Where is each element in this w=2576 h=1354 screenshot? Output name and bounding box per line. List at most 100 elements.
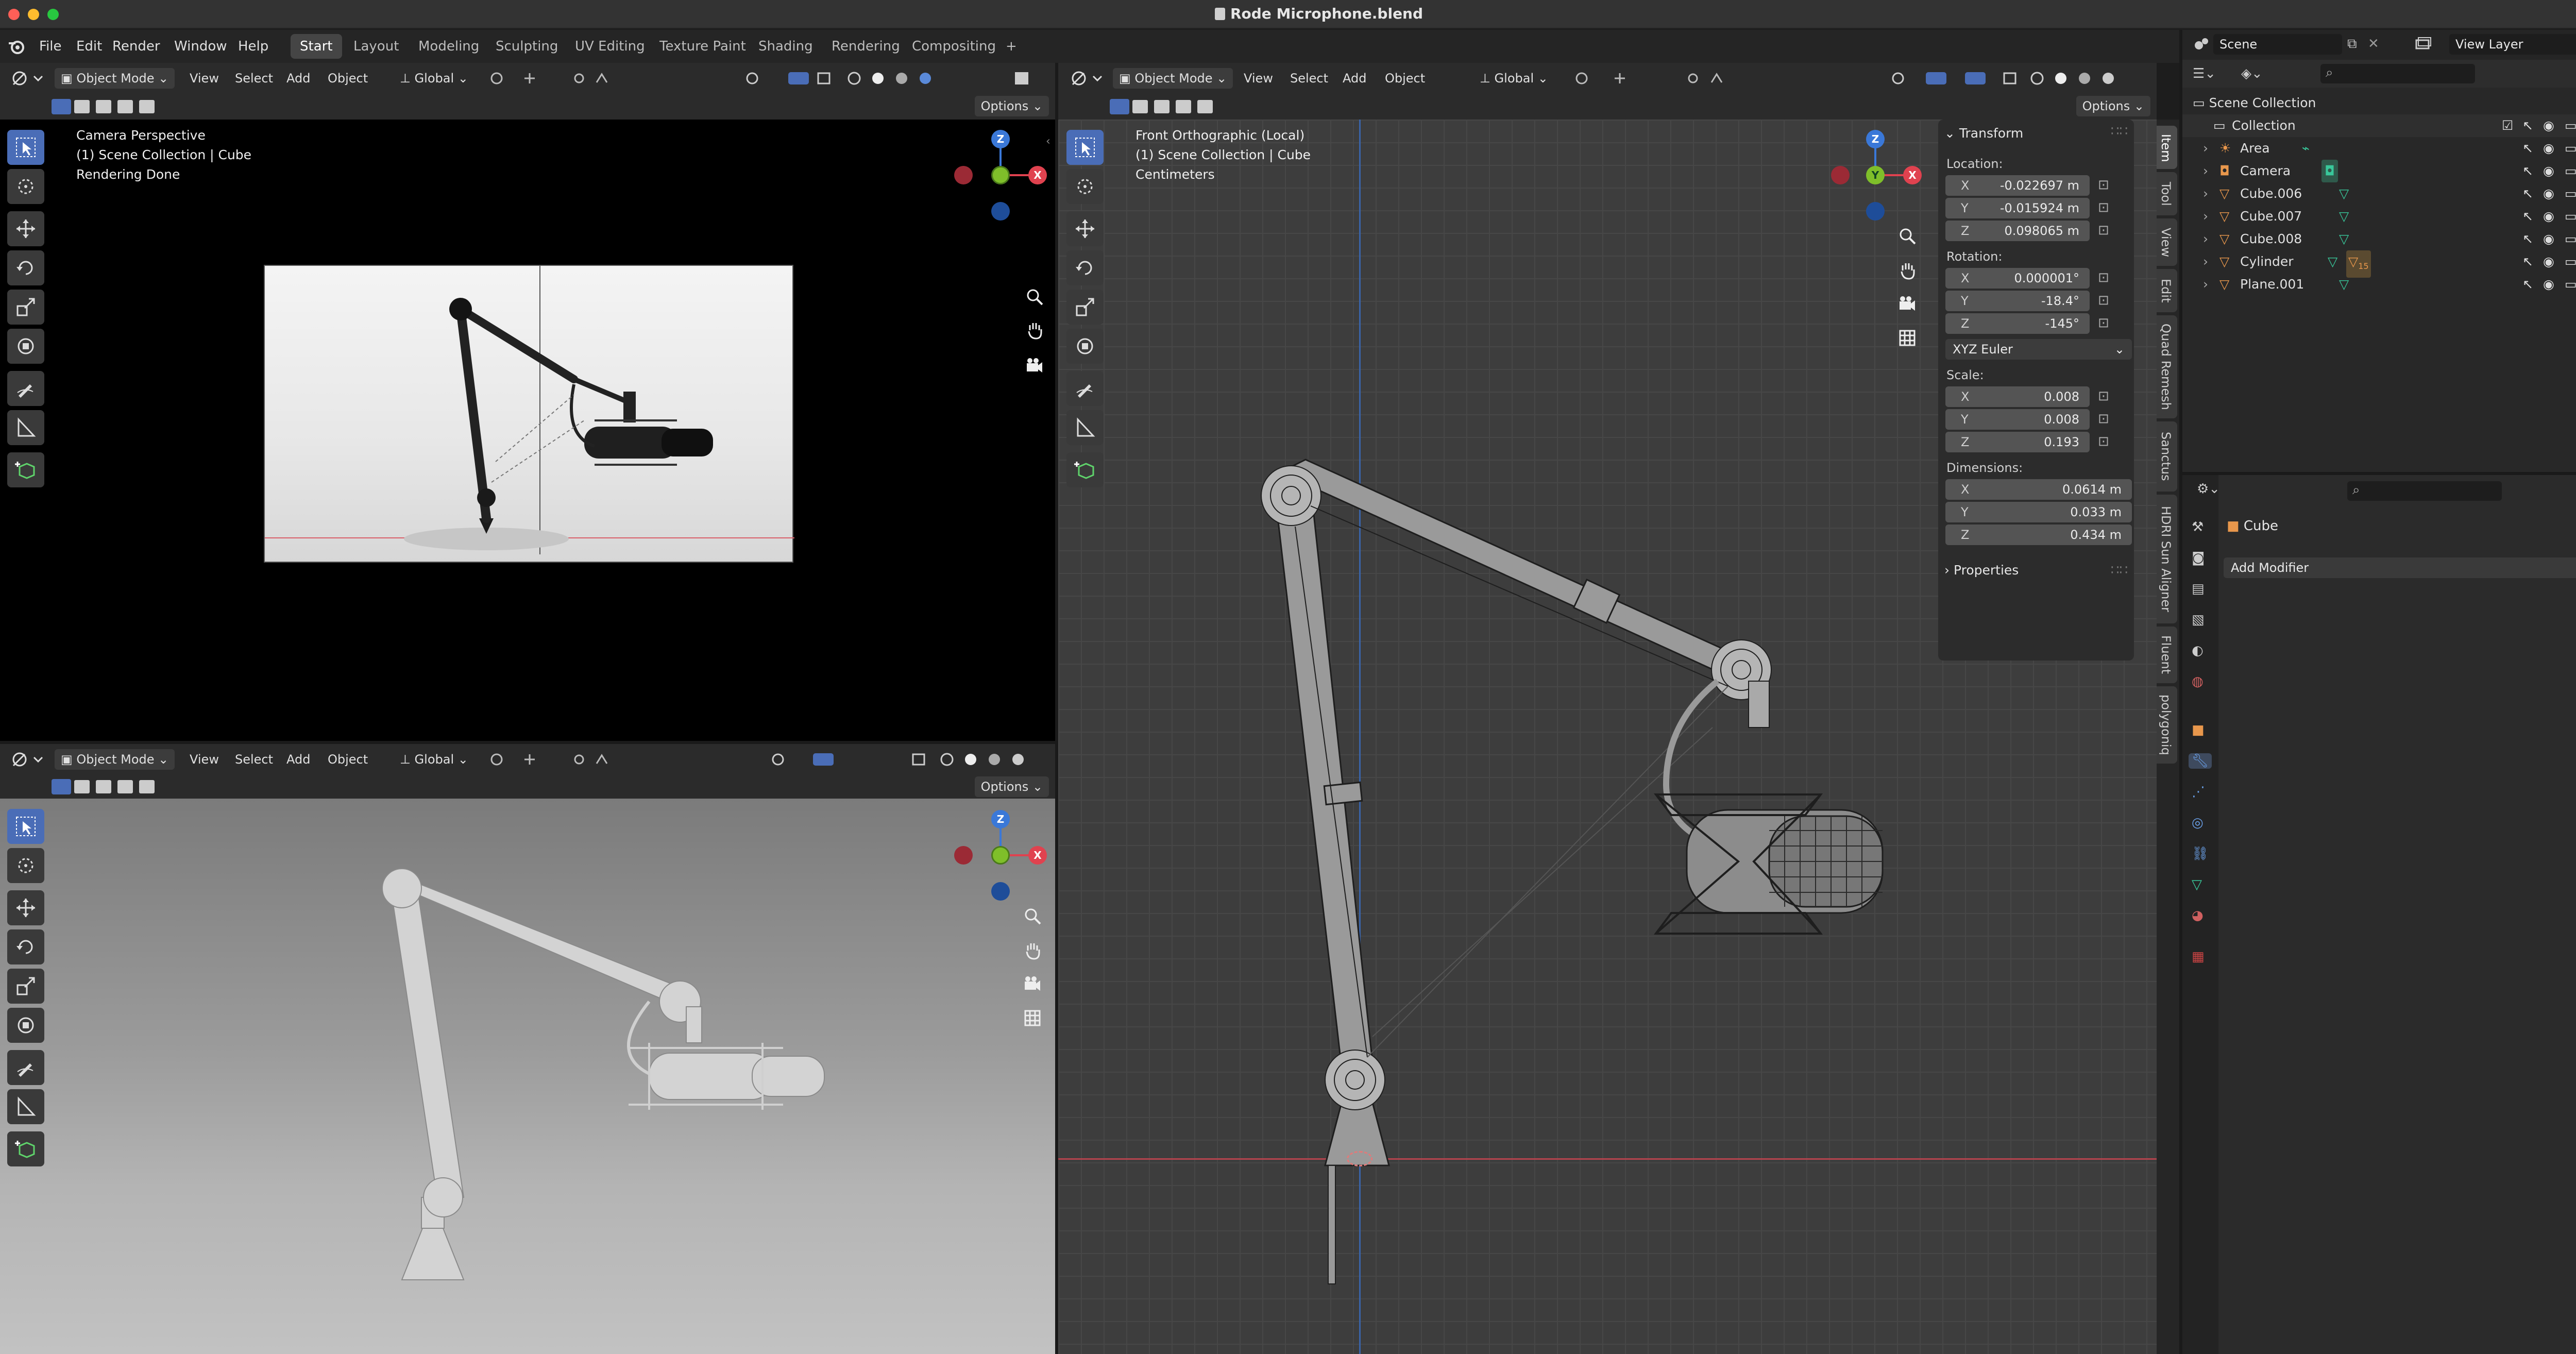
- select-arrow-icon[interactable]: ↖: [2522, 160, 2533, 182]
- render-tab-icon[interactable]: ◙: [2192, 550, 2205, 566]
- menu-add[interactable]: Add: [281, 68, 315, 89]
- new-scene-icon[interactable]: ⧉: [2347, 36, 2357, 52]
- transform-tool[interactable]: [7, 1008, 44, 1043]
- menu-add[interactable]: Add: [1337, 68, 1371, 89]
- view-layer-tab-icon[interactable]: ▧: [2192, 612, 2205, 628]
- annotate-tool[interactable]: [1066, 371, 1104, 406]
- menu-object[interactable]: Object: [323, 68, 373, 89]
- snapping-tools[interactable]: [1573, 69, 1738, 88]
- rotate-tool[interactable]: [1066, 250, 1104, 285]
- tab-view[interactable]: View: [2157, 218, 2177, 266]
- rotate-tool[interactable]: [7, 250, 44, 285]
- monitor-icon[interactable]: ▭: [2565, 273, 2576, 296]
- outliner-row-plane-001[interactable]: › ▽ Plane.001 ▽ ↖ ◉ ▭ ◙: [2182, 273, 2576, 296]
- tool-tab-icon[interactable]: ⚒: [2192, 519, 2204, 535]
- outliner-row-cube-007[interactable]: › ▽ Cube.007 ▽ ↖ ◉ ▭ ◙: [2182, 205, 2576, 228]
- snapping-tools[interactable]: [488, 69, 643, 88]
- constraints-tab-icon[interactable]: ⛓︎: [2192, 846, 2209, 861]
- outliner-editor-icon[interactable]: ☰⌄: [2193, 66, 2216, 81]
- tab-compositing[interactable]: Compositing: [903, 34, 1005, 59]
- menu-view[interactable]: View: [184, 749, 224, 770]
- tab-modeling[interactable]: Modeling: [409, 34, 488, 59]
- pan-button[interactable]: [1893, 256, 1922, 284]
- measure-tool[interactable]: [7, 410, 44, 445]
- menu-window[interactable]: Window: [168, 34, 233, 59]
- object-mode-dropdown[interactable]: ▣ Object Mode ⌄: [1113, 68, 1233, 89]
- lock-icon[interactable]: ⊡: [2098, 388, 2109, 404]
- tab-shading[interactable]: Shading: [749, 34, 822, 59]
- location-x-field[interactable]: X -0.022697 m: [1945, 175, 2090, 196]
- expand-arrow-icon[interactable]: ›: [2203, 273, 2208, 296]
- transform-tool[interactable]: [7, 329, 44, 364]
- scale-tool[interactable]: [7, 290, 44, 325]
- texture-tab-icon[interactable]: ▦: [2192, 949, 2205, 964]
- monitor-icon[interactable]: ▭: [2565, 137, 2576, 160]
- monitor-icon[interactable]: ▭: [2565, 114, 2576, 137]
- editor-type-icon[interactable]: [9, 749, 45, 770]
- gizmo-x-axis[interactable]: X: [1028, 166, 1047, 184]
- zoom-button[interactable]: [1020, 282, 1049, 311]
- options-dropdown[interactable]: Options ⌄: [2076, 96, 2150, 116]
- lock-icon[interactable]: ⊡: [2098, 177, 2109, 193]
- menu-edit[interactable]: Edit: [70, 34, 108, 59]
- selection-mode-icons[interactable]: [52, 98, 160, 115]
- location-z-field[interactable]: Z 0.098065 m: [1945, 221, 2090, 241]
- eye-icon[interactable]: ◉: [2543, 273, 2554, 296]
- material-tab-icon[interactable]: ◕: [2192, 908, 2204, 923]
- tab-start[interactable]: Start: [291, 34, 342, 59]
- camera-view-button[interactable]: [1893, 290, 1922, 318]
- options-dropdown[interactable]: Options ⌄: [974, 776, 1049, 797]
- gizmo-x-axis[interactable]: X: [1028, 846, 1047, 865]
- pan-button[interactable]: [1020, 315, 1049, 344]
- outliner-row-cube-006[interactable]: › ▽ Cube.006 ▽ ↖ ◉ ▭ ◙: [2182, 182, 2576, 205]
- sidebar-toggle-arrow-icon[interactable]: ‹: [1046, 135, 1050, 148]
- add-cube-tool[interactable]: [1066, 452, 1104, 487]
- transform-orientation-dropdown[interactable]: ⊥ Global ⌄: [395, 68, 473, 89]
- overlay-shading-controls[interactable]: [742, 69, 1030, 88]
- dimensions-y-field[interactable]: Y 0.033 m: [1945, 502, 2132, 522]
- delete-scene-icon[interactable]: ✕: [2368, 36, 2379, 52]
- data-tab-icon[interactable]: ▽: [2192, 877, 2202, 892]
- add-modifier-button[interactable]: Add Modifier⌄: [2224, 557, 2576, 578]
- lock-icon[interactable]: ⊡: [2098, 200, 2109, 215]
- view-layer-icon[interactable]: [2414, 35, 2432, 53]
- lock-icon[interactable]: ⊡: [2098, 315, 2109, 331]
- camera-view-button[interactable]: [1020, 351, 1049, 380]
- move-tool[interactable]: [7, 890, 44, 925]
- camera-viewport[interactable]: ▣ Object Mode ⌄ View Select Add Object ⊥…: [0, 63, 1055, 741]
- rotation-y-field[interactable]: Y -18.4°: [1945, 291, 2090, 311]
- camera-view-button[interactable]: [1018, 970, 1047, 998]
- gizmo-y-axis[interactable]: [991, 846, 1010, 865]
- lock-icon[interactable]: ⊡: [2098, 293, 2109, 308]
- scale-tool[interactable]: [1066, 290, 1104, 325]
- overlay-shading-controls[interactable]: [768, 750, 1046, 769]
- transform-orientation-dropdown[interactable]: ⊥ Global ⌄: [1475, 68, 1553, 89]
- expand-arrow-icon[interactable]: ›: [2203, 228, 2208, 250]
- select-arrow-icon[interactable]: ↖: [2522, 205, 2533, 228]
- pan-button[interactable]: [1018, 936, 1047, 964]
- tab-layout[interactable]: Layout: [344, 34, 408, 59]
- properties-search-input[interactable]: ⌕: [2347, 481, 2502, 501]
- eye-icon[interactable]: ◉: [2543, 205, 2554, 228]
- object-mode-dropdown[interactable]: ▣ Object Mode ⌄: [55, 68, 175, 89]
- measure-tool[interactable]: [1066, 410, 1104, 445]
- scale-x-field[interactable]: X 0.008: [1945, 386, 2090, 407]
- menu-select[interactable]: Select: [230, 68, 278, 89]
- gizmo-z-axis[interactable]: Z: [991, 810, 1010, 828]
- move-tool[interactable]: [1066, 211, 1104, 246]
- gizmo-x-axis[interactable]: X: [1903, 166, 1922, 184]
- select-arrow-icon[interactable]: ↖: [2522, 228, 2533, 250]
- tab-texture-paint[interactable]: Texture Paint: [650, 34, 755, 59]
- eye-icon[interactable]: ◉: [2543, 228, 2554, 250]
- menu-object[interactable]: Object: [323, 749, 373, 770]
- select-box-tool[interactable]: [7, 809, 44, 844]
- view-layer-name-field[interactable]: View Layer: [2449, 34, 2576, 55]
- zoom-button[interactable]: [1018, 902, 1047, 930]
- outliner-row-camera[interactable]: › ◘ Camera ◘ ↖ ◉ ▭ ◙: [2182, 160, 2576, 182]
- monitor-icon[interactable]: ▭: [2565, 205, 2576, 228]
- navigation-gizmo[interactable]: Z X: [948, 808, 1051, 906]
- snapping-tools[interactable]: [488, 750, 643, 769]
- outliner-scene-collection[interactable]: ▭ Scene Collection: [2193, 92, 2316, 114]
- tab-uv-editing[interactable]: UV Editing: [566, 34, 654, 59]
- tab-hdri-sun-aligner[interactable]: HDRI Sun Aligner: [2157, 495, 2177, 623]
